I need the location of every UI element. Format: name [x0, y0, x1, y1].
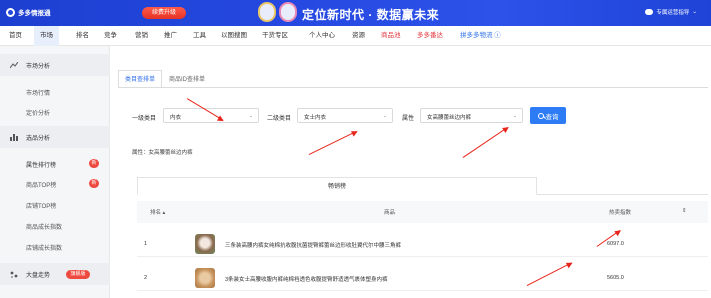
chevron-down-icon: ⌄: [248, 113, 253, 119]
header-hot-index[interactable]: 热卖指数: [609, 208, 631, 216]
cat2-label: 二级类目: [267, 116, 292, 122]
sidebar-item-attribute-ranking[interactable]: 属性排行榜: [26, 160, 56, 169]
logo-icon: [6, 7, 15, 17]
nav-personal-center[interactable]: 个人中心: [309, 26, 335, 46]
table-row[interactable]: 2 3条装女士高腰收腹内裤纯棉裆透色收腹提臀舒适透气裹体塑身内裤 5605.0: [137, 266, 708, 291]
header-rank[interactable]: 排名 ▴: [150, 208, 165, 216]
tab-category-query[interactable]: 类目查排单: [118, 70, 163, 88]
table-tab-divider: [537, 194, 708, 195]
nav-market[interactable]: 市场: [34, 26, 59, 46]
sidebar-item-market-trend[interactable]: 市场行情: [26, 88, 50, 97]
attr-label: 属性: [402, 116, 415, 122]
nav-home[interactable]: 首页: [9, 26, 22, 46]
cat1-select[interactable]: 内衣 ⌄: [163, 108, 259, 123]
sidebar-item-shop-growth[interactable]: 店铺成长指数: [26, 243, 62, 252]
product-name[interactable]: 3条装女士高腰收腹内裤纯棉裆透色收腹提臀舒适透气裹体塑身内裤: [225, 275, 388, 283]
hot-index-value: 6097.0: [607, 241, 624, 247]
trend-icon: [10, 61, 18, 68]
sidebar: 市场分析 市场行情 定价分析 选品分析 属性排行榜 新 商品TOP榜 新 店铺T…: [0, 46, 110, 298]
attr-select[interactable]: 女高腰蕾丝边内裤 ⌄: [420, 108, 523, 123]
nav-ranking[interactable]: 排名: [76, 26, 89, 46]
sidebar-group-product-selection[interactable]: 选品分析: [0, 126, 110, 148]
nav-promotion[interactable]: 推广: [164, 26, 177, 46]
wechat-icon: [645, 9, 654, 15]
sidebar-item-product-top[interactable]: 商品TOP榜: [26, 180, 56, 189]
nav-competition[interactable]: 竞争: [104, 26, 117, 46]
sparkle-icon: [10, 271, 18, 278]
header-product: 商品: [384, 210, 396, 216]
annotation-arrow: [462, 126, 509, 159]
new-badge: 新: [89, 179, 99, 188]
nav-image-search[interactable]: 以图搜图: [221, 26, 247, 46]
sort-icon[interactable]: ⇕: [682, 208, 687, 214]
ranking-table: 畅销榜 排名 ▴ 商品 热卖指数 ⇕ 1 三条装高腰内裤女纯棉抗收腹抗菌提臀裤蕾…: [137, 177, 708, 298]
sidebar-group-market-trend[interactable]: 大盘走势 旗舰版: [0, 263, 110, 285]
sidebar-item-shop-top[interactable]: 店铺TOP榜: [26, 201, 56, 210]
nav-product-pool[interactable]: 商品池: [381, 26, 401, 46]
query-button[interactable]: 查询: [530, 107, 566, 124]
hot-index-value: 5605.0: [607, 275, 624, 281]
selected-attribute: 属性：女高腰蕾丝边内裤: [132, 150, 193, 156]
sidebar-item-product-growth[interactable]: 商品成长指数: [26, 222, 62, 231]
product-thumbnail[interactable]: [195, 268, 215, 288]
flagship-badge: 旗舰版: [66, 269, 90, 279]
app-logo[interactable]: 多多情报通: [6, 7, 51, 17]
top-banner: 多多情报通 续费升级 定位新时代 · 数据赢未来 专属运营指导 ⌄: [0, 0, 711, 26]
table-header: 排名 ▴ 商品 热卖指数 ⇕: [137, 201, 708, 223]
cat2-select[interactable]: 女士内衣 ⌄: [297, 108, 393, 123]
query-tabs: 类目查排单 商品ID查排单: [118, 70, 212, 88]
annotation-arrow: [308, 130, 357, 156]
cat1-label: 一级类目: [132, 116, 157, 122]
nav-tools[interactable]: 工具: [193, 26, 206, 46]
banner-slogan: 定位新时代 · 数据赢未来: [302, 8, 440, 22]
tab-best-sellers[interactable]: 畅销榜: [137, 177, 537, 195]
product-thumbnail[interactable]: [195, 234, 215, 254]
bar-chart-icon: [10, 133, 18, 141]
sidebar-item-pricing[interactable]: 定价分析: [26, 108, 50, 117]
nav-marketing[interactable]: 营销: [135, 26, 148, 46]
chevron-down-icon: ⌄: [382, 113, 387, 119]
product-name[interactable]: 三条装高腰内裤女纯棉抗收腹抗菌提臀裤蕾丝边形收肚翼代尔中腰三角裤: [225, 241, 401, 249]
upgrade-button[interactable]: 续费升级: [142, 7, 186, 19]
table-row[interactable]: 1 三条装高腰内裤女纯棉抗收腹抗菌提臀裤蕾丝边形收肚翼代尔中腰三角裤 6097.…: [137, 232, 708, 257]
logo-text: 多多情报通: [18, 10, 51, 17]
wechat-support-link[interactable]: 专属运营指导 ⌄: [645, 8, 697, 16]
wechat-label: 专属运营指导: [656, 10, 690, 16]
nav-resources-zone[interactable]: 干货专区: [262, 26, 288, 46]
chevron-down-icon: ⌄: [692, 9, 697, 15]
tab-product-id-query[interactable]: 商品ID查排单: [162, 70, 212, 88]
chevron-down-icon: ⌄: [512, 113, 517, 119]
mascot-illustration: [258, 2, 297, 22]
sort-up-icon: ▴: [162, 210, 166, 216]
nav-resource[interactable]: 资源: [352, 26, 365, 46]
sidebar-group-market-analysis[interactable]: 市场分析: [0, 54, 110, 76]
tab-divider: [118, 87, 708, 88]
main-nav: 首页 市场 排名 竞争 营销 推广 工具 以图搜图 干货专区 个人中心 资源 商…: [0, 26, 711, 46]
new-badge: 新: [89, 159, 99, 168]
nav-duoduo-fanda[interactable]: 多多番达: [417, 26, 443, 46]
search-icon: [537, 112, 544, 119]
nav-pdd-logistics[interactable]: 拼多多物流 ⓘ: [460, 26, 501, 46]
